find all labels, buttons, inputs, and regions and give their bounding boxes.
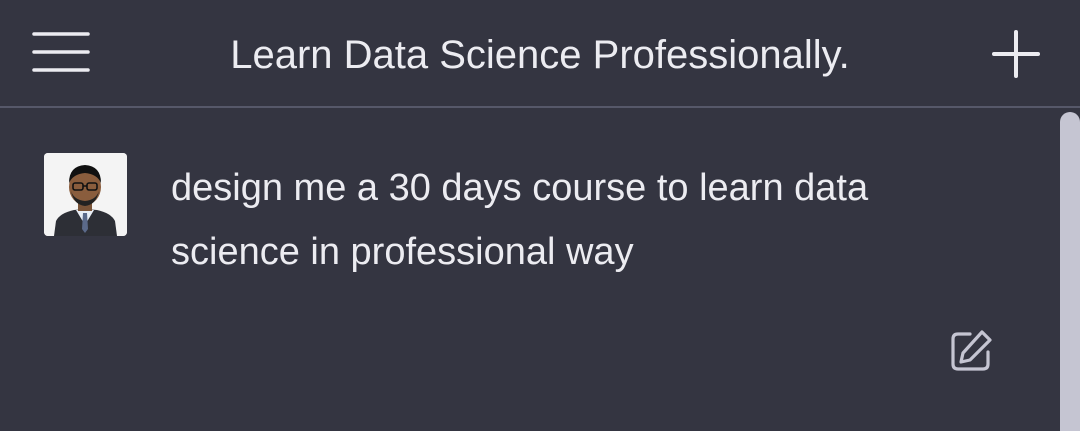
user-avatar — [44, 153, 127, 236]
hamburger-menu-icon — [32, 32, 90, 72]
edit-icon — [951, 330, 992, 371]
user-message: design me a 30 days course to learn data… — [0, 110, 1058, 431]
scrollbar-thumb[interactable] — [1060, 112, 1080, 431]
menu-button[interactable] — [28, 26, 94, 78]
chat-app: Learn Data Science Professionally. desig… — [0, 0, 1080, 431]
chat-title: Learn Data Science Professionally. — [230, 33, 850, 77]
plus-icon — [992, 30, 1040, 78]
edit-message-button[interactable] — [948, 328, 994, 374]
message-text: design me a 30 days course to learn data… — [171, 167, 869, 273]
top-bar: Learn Data Science Professionally. — [0, 0, 1080, 108]
conversation-area: design me a 30 days course to learn data… — [0, 110, 1080, 431]
user-avatar-photo — [44, 153, 127, 236]
new-chat-button[interactable] — [988, 26, 1044, 82]
